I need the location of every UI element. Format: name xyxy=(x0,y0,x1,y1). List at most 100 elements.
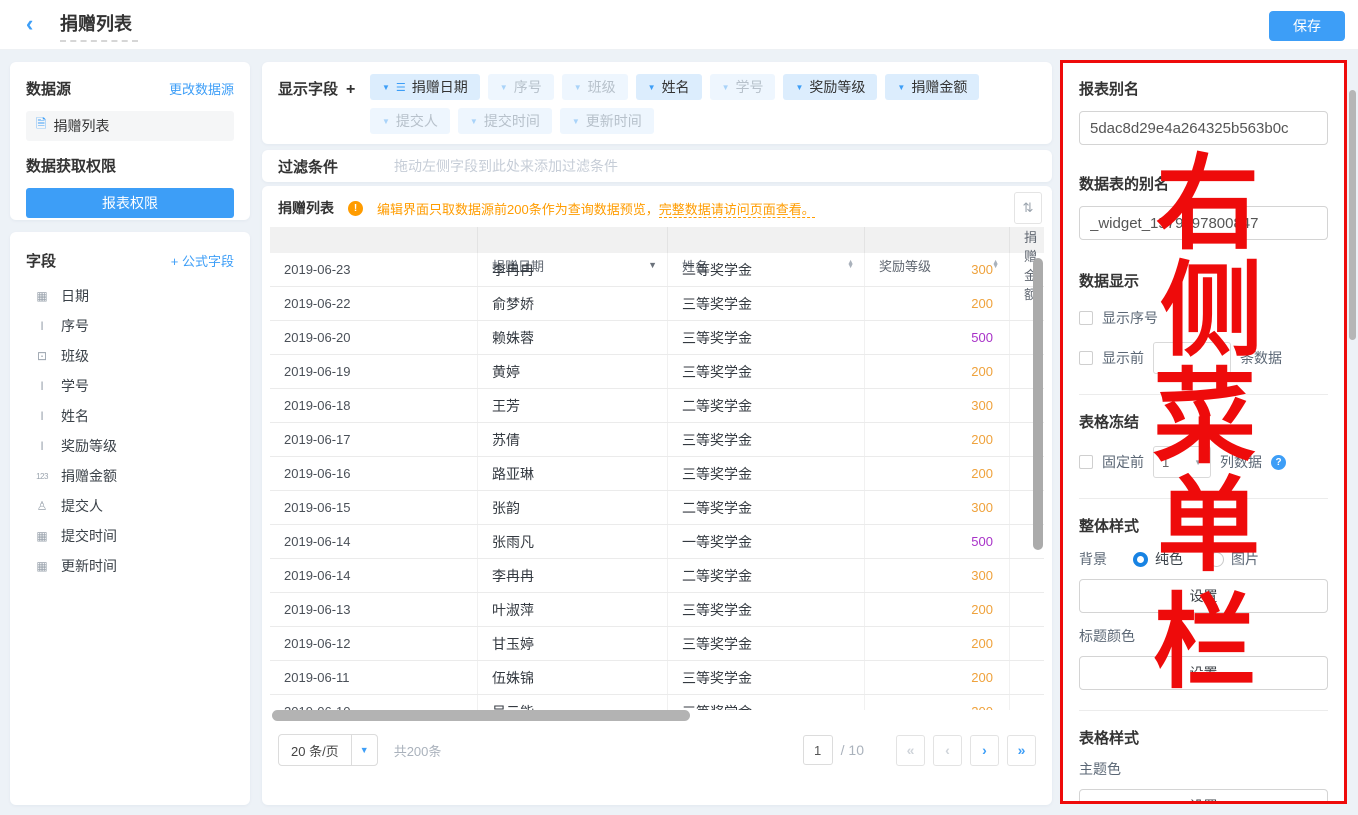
display-field-chip[interactable]: ▼ ☰ 提交时间 xyxy=(458,108,552,134)
show-first-checkbox[interactable] xyxy=(1079,351,1093,365)
display-field-chip[interactable]: ▼ ☰ 捐赠日期 xyxy=(370,74,480,100)
first-page-icon[interactable]: « xyxy=(896,735,925,766)
cell-date: 2019-06-17 xyxy=(270,423,478,456)
freeze-count-select[interactable]: 1 ▼ xyxy=(1153,446,1211,478)
bg-solid-option[interactable]: 纯色 xyxy=(1133,549,1183,569)
report-permission-button[interactable]: 报表权限 xyxy=(26,188,234,218)
theme-color-set-button[interactable]: 设置 xyxy=(1079,789,1328,804)
cell-level: 三等奖学金 xyxy=(668,287,865,320)
field-item[interactable]: I 学号 xyxy=(26,371,234,401)
chip-label: 班级 xyxy=(588,77,616,97)
datasource-item[interactable]: 🗎 捐赠列表 xyxy=(26,111,234,141)
field-type-icon: ♙ xyxy=(32,499,52,513)
field-type-icon: I xyxy=(32,439,52,453)
cell-date: 2019-06-14 xyxy=(270,525,478,558)
table-row: 2019-06-11 伍姝锦 三等奖学金 200 xyxy=(270,661,1044,695)
display-field-chip[interactable]: ▼ ☰ 更新时间 xyxy=(560,108,654,134)
cell-amount: 200 xyxy=(865,355,1010,388)
datasource-title: 数据源 xyxy=(26,78,71,99)
show-index-checkbox[interactable] xyxy=(1079,311,1093,325)
radio-unselected-icon[interactable] xyxy=(1209,552,1224,567)
cell-date: 2019-06-22 xyxy=(270,287,478,320)
radio-selected-icon[interactable] xyxy=(1133,552,1148,567)
field-item[interactable]: I 姓名 xyxy=(26,401,234,431)
display-field-chip[interactable]: ▼ ☰ 班级 xyxy=(562,74,628,100)
cell-date: 2019-06-14 xyxy=(270,559,478,592)
display-field-chip[interactable]: ▼ ☰ 奖励等级 xyxy=(783,74,877,100)
cell-amount: 200 xyxy=(865,627,1010,660)
question-icon[interactable]: ? xyxy=(1271,455,1286,470)
cell-level: 二等奖学金 xyxy=(668,491,865,524)
next-page-icon[interactable]: › xyxy=(970,735,999,766)
last-page-icon[interactable]: » xyxy=(1007,735,1036,766)
field-type-icon: I xyxy=(32,409,52,423)
field-type-icon: I xyxy=(32,379,52,393)
page-number-input[interactable] xyxy=(803,735,833,765)
cell-level: 二等奖学金 xyxy=(668,559,865,592)
document-icon: 🗎 xyxy=(36,115,46,137)
save-button[interactable]: 保存 xyxy=(1269,11,1345,41)
chip-label: 学号 xyxy=(735,77,763,97)
view-page-link[interactable]: 完整数据请访问页面查看。 xyxy=(659,202,815,218)
data-display-title: 数据显示 xyxy=(1079,270,1328,291)
table-row: 2019-06-22 俞梦娇 三等奖学金 200 xyxy=(270,287,1044,321)
show-first-count-input[interactable] xyxy=(1153,342,1231,374)
field-item[interactable]: ▦ 更新时间 xyxy=(26,551,234,581)
display-field-chip[interactable]: ▼ ☰ 提交人 xyxy=(370,108,450,134)
change-datasource-link[interactable]: 更改数据源 xyxy=(169,79,234,98)
plus-icon: + xyxy=(171,254,179,269)
field-item[interactable]: ♙ 提交人 xyxy=(26,491,234,521)
prev-page-icon[interactable]: ‹ xyxy=(933,735,962,766)
cell-amount: 200 xyxy=(865,287,1010,320)
table-horizontal-scrollbar[interactable] xyxy=(272,710,690,721)
page-size-value: 20 条/页 xyxy=(279,735,351,765)
table-row: 2019-06-15 张韵 二等奖学金 300 xyxy=(270,491,1044,525)
bg-image-option[interactable]: 图片 xyxy=(1209,549,1259,569)
back-icon[interactable]: ‹ xyxy=(26,11,33,37)
report-title-wrap[interactable]: 捐赠列表 xyxy=(60,10,138,42)
cell-extra xyxy=(1010,627,1044,660)
display-fields-panel: 显示字段+ ▼ ☰ 捐赠日期 ▼ ☰ 序号 ▼ ☰ 班级 ▼ ☰ xyxy=(262,62,1052,144)
display-field-chip[interactable]: ▼ ☰ 序号 xyxy=(488,74,554,100)
table-row: 2019-06-17 苏倩 三等奖学金 200 xyxy=(270,423,1044,457)
cell-level: 三等奖学金 xyxy=(668,627,865,660)
add-display-field-icon[interactable]: + xyxy=(346,81,355,98)
display-fields-header: 显示字段+ xyxy=(278,78,355,99)
field-item[interactable]: I 奖励等级 xyxy=(26,431,234,461)
table-alias-input[interactable] xyxy=(1079,206,1328,240)
field-item[interactable]: I 序号 xyxy=(26,311,234,341)
cell-name: 路亚琳 xyxy=(478,457,668,490)
display-field-chip[interactable]: ▼ ☰ 捐赠金额 xyxy=(885,74,979,100)
sort-toggle-icon[interactable]: ⇅ xyxy=(1014,192,1042,224)
field-type-icon: 123 xyxy=(32,472,52,481)
cell-name: 赖姝蓉 xyxy=(478,321,668,354)
chevron-down-icon: ▼ xyxy=(470,117,478,126)
field-item[interactable]: ▦ 日期 xyxy=(26,281,234,311)
freeze-checkbox[interactable] xyxy=(1079,455,1093,469)
field-type-icon: ▦ xyxy=(32,529,52,543)
title-color-set-button[interactable]: 设置 xyxy=(1079,656,1328,690)
report-alias-input[interactable] xyxy=(1079,111,1328,145)
field-label: 提交人 xyxy=(61,496,103,516)
filter-dropzone-placeholder: 拖动左侧字段到此处来添加过滤条件 xyxy=(394,156,618,176)
add-formula-field-link[interactable]: + 公式字段 xyxy=(171,251,234,270)
field-item[interactable]: ⊡ 班级 xyxy=(26,341,234,371)
chevron-down-icon: ▼ xyxy=(897,83,905,92)
cell-name: 张韵 xyxy=(478,491,668,524)
background-set-button[interactable]: 设置 xyxy=(1079,579,1328,613)
page-scrollbar[interactable] xyxy=(1349,90,1356,340)
page-title[interactable]: 捐赠列表 xyxy=(60,10,138,36)
display-field-chip[interactable]: ▼ ☰ 姓名 xyxy=(636,74,702,100)
top-bar: ‹ 捐赠列表 保存 xyxy=(0,0,1358,50)
page-size-select[interactable]: 20 条/页 ▼ xyxy=(278,734,378,766)
table-vertical-scrollbar[interactable] xyxy=(1033,258,1043,550)
right-settings-panel: 报表别名 数据表的别名 数据显示 显示序号 显示前 条数据 表格冻结 固定前 1… xyxy=(1060,60,1347,804)
field-item[interactable]: 123 捐赠金额 xyxy=(26,461,234,491)
field-item[interactable]: ▦ 提交时间 xyxy=(26,521,234,551)
display-field-chip[interactable]: ▼ ☰ 学号 xyxy=(710,74,776,100)
filter-conditions-bar[interactable]: 过滤条件 拖动左侧字段到此处来添加过滤条件 xyxy=(262,150,1052,182)
cell-name: 俞梦娇 xyxy=(478,287,668,320)
show-first-pre-label: 显示前 xyxy=(1102,348,1144,368)
cell-name: 王芳 xyxy=(478,389,668,422)
cell-amount: 300 xyxy=(865,389,1010,422)
